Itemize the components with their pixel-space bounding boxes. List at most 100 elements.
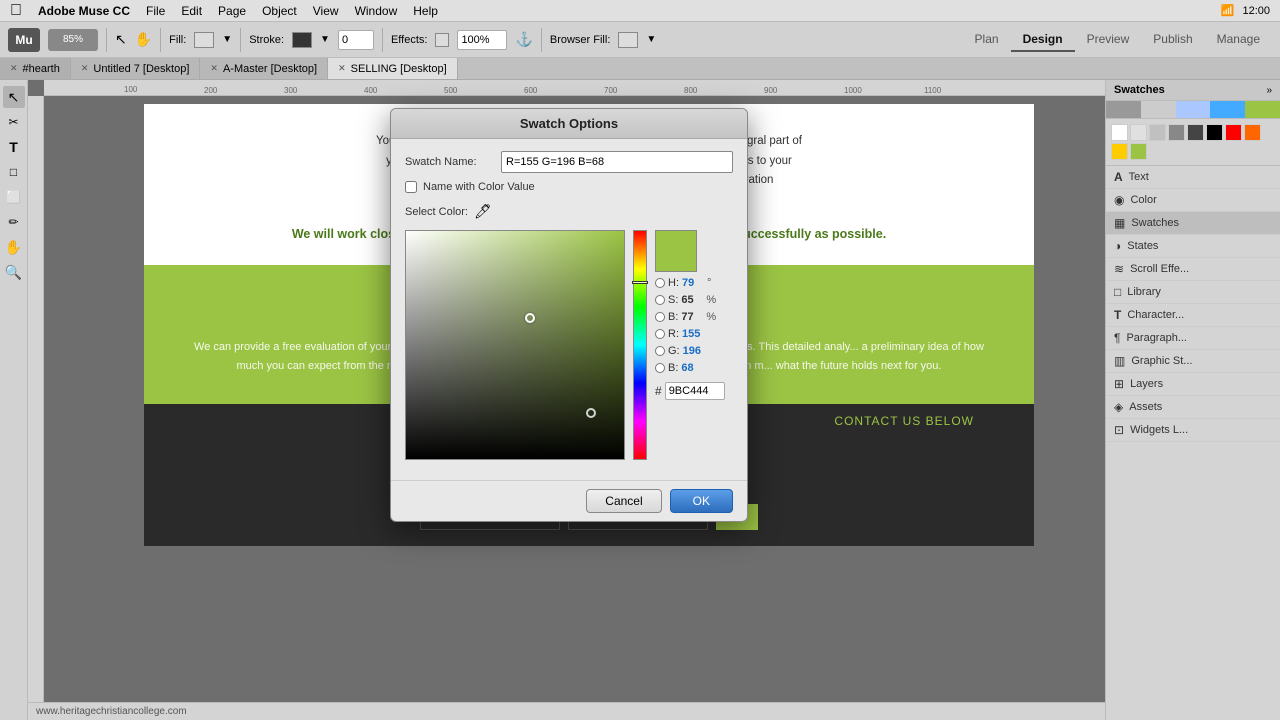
swatch-midgray[interactable]	[1168, 124, 1185, 141]
tab-untitled[interactable]: ✕ Untitled 7 [Desktop]	[71, 58, 201, 79]
panel-text[interactable]: A Text	[1106, 166, 1280, 189]
fill-label: Fill:	[169, 34, 186, 46]
panel-swatches[interactable]: ▦ Swatches	[1106, 212, 1280, 235]
swatch-strip-3[interactable]	[1176, 101, 1211, 118]
menu-window[interactable]: Window	[355, 4, 398, 18]
swatches-grid	[1106, 119, 1280, 166]
menu-view[interactable]: View	[313, 4, 339, 18]
browser-fill-arrow[interactable]: ▼	[646, 34, 656, 45]
g-value: 196	[683, 345, 705, 357]
s-radio[interactable]	[655, 295, 665, 305]
swatch-yellow[interactable]	[1111, 143, 1128, 160]
zoom-control[interactable]: 85%	[48, 29, 98, 51]
swatch-red[interactable]	[1225, 124, 1242, 141]
nav-design[interactable]: Design	[1011, 28, 1075, 52]
h-unit: °	[707, 277, 711, 289]
text-tool[interactable]: T	[3, 136, 25, 158]
fill-arrow[interactable]: ▼	[222, 34, 232, 45]
swatch-strip-2[interactable]	[1141, 101, 1176, 118]
shape-tool[interactable]: □	[3, 161, 25, 183]
swatch-green[interactable]	[1130, 143, 1147, 160]
panel-paragraph[interactable]: ¶ Paragraph...	[1106, 327, 1280, 350]
tab-selling[interactable]: ✕ SELLING [Desktop]	[328, 58, 458, 79]
panel-paragraph-label: Paragraph...	[1126, 332, 1187, 344]
cancel-button[interactable]: Cancel	[586, 489, 661, 513]
r-value: 155	[682, 328, 704, 340]
tab-amaster[interactable]: ✕ A-Master [Desktop]	[200, 58, 328, 79]
dialog-title-bar: Swatch Options	[391, 109, 747, 139]
panel-graphic[interactable]: ▥ Graphic St...	[1106, 350, 1280, 373]
panel-scroll[interactable]: ≋ Scroll Effe...	[1106, 258, 1280, 281]
wifi-icon: 📶	[1221, 4, 1235, 17]
browser-fill-color[interactable]	[618, 32, 638, 48]
r-radio[interactable]	[655, 329, 665, 339]
tab-close-untitled[interactable]: ✕	[81, 63, 89, 74]
swatch-white[interactable]	[1111, 124, 1128, 141]
fill-color[interactable]	[194, 32, 214, 48]
color-gradient-picker[interactable]	[405, 230, 625, 460]
eyedropper-icon[interactable]: 🖊	[474, 203, 492, 220]
swatch-orange[interactable]	[1244, 124, 1261, 141]
panel-assets[interactable]: ◈ Assets	[1106, 396, 1280, 419]
ok-button[interactable]: OK	[670, 489, 733, 513]
panel-layers[interactable]: ⊞ Layers	[1106, 373, 1280, 396]
swatch-strip	[1106, 101, 1280, 119]
tab-hearth[interactable]: ✕ #hearth	[0, 58, 71, 79]
panel-color[interactable]: ◉ Color	[1106, 189, 1280, 212]
color-icon: ◉	[1114, 193, 1124, 207]
tab-close-hearth[interactable]: ✕	[10, 63, 18, 74]
hex-row: #	[655, 382, 725, 400]
b2-radio[interactable]	[655, 363, 665, 373]
swatches-panel-arrow[interactable]: »	[1266, 85, 1272, 96]
nav-preview[interactable]: Preview	[1075, 28, 1142, 52]
swatch-black[interactable]	[1206, 124, 1223, 141]
swatch-darkgray[interactable]	[1187, 124, 1204, 141]
g-radio[interactable]	[655, 346, 665, 356]
menu-object[interactable]: Object	[262, 4, 297, 18]
image-tool[interactable]: ⬜	[3, 186, 25, 208]
swatch-strip-4[interactable]	[1210, 101, 1245, 118]
character-icon: T	[1114, 308, 1121, 322]
tab-close-amaster[interactable]: ✕	[210, 63, 218, 74]
menu-page[interactable]: Page	[218, 4, 246, 18]
b-radio[interactable]	[655, 312, 665, 322]
ruler-vertical	[28, 96, 44, 720]
paragraph-icon: ¶	[1114, 331, 1120, 345]
stroke-value[interactable]	[338, 30, 374, 50]
stroke-label: Stroke:	[249, 34, 284, 46]
panel-states[interactable]: ◑ States	[1106, 235, 1280, 258]
hue-bar[interactable]	[633, 230, 647, 460]
crop-tool[interactable]: ✂	[3, 111, 25, 133]
nav-plan[interactable]: Plan	[963, 28, 1011, 52]
swatch-strip-5[interactable]	[1245, 101, 1280, 118]
nav-publish[interactable]: Publish	[1141, 28, 1204, 52]
s-field-row: S: 65 %	[655, 294, 725, 306]
panel-character[interactable]: T Character...	[1106, 304, 1280, 327]
tab-close-selling[interactable]: ✕	[338, 63, 346, 74]
menu-help[interactable]: Help	[413, 4, 438, 18]
zoom-tool[interactable]: 🔍	[3, 261, 25, 283]
panel-widgets[interactable]: ⊡ Widgets L...	[1106, 419, 1280, 442]
graphic-icon: ▥	[1114, 354, 1125, 368]
menu-file[interactable]: File	[146, 4, 165, 18]
pen-tool[interactable]: ✏	[3, 211, 25, 233]
swatch-name-input[interactable]	[501, 151, 733, 173]
menu-edit[interactable]: Edit	[181, 4, 202, 18]
swatch-lightgray[interactable]	[1130, 124, 1147, 141]
swatch-strip-1[interactable]	[1106, 101, 1141, 118]
select-tool[interactable]: ↖	[3, 86, 25, 108]
swatch-gray[interactable]	[1149, 124, 1166, 141]
stroke-color[interactable]	[292, 32, 312, 48]
h-radio[interactable]	[655, 278, 665, 288]
hand-tool[interactable]: ✋	[3, 236, 25, 258]
nav-manage[interactable]: Manage	[1205, 28, 1272, 52]
swatch-options-dialog[interactable]: Swatch Options Swatch Name: Name with Co…	[390, 108, 748, 522]
apple-menu[interactable]: 	[10, 2, 22, 20]
name-with-color-checkbox[interactable]	[405, 181, 417, 193]
swatches-icon: ▦	[1114, 216, 1125, 230]
panel-graphic-label: Graphic St...	[1131, 355, 1192, 367]
stroke-arrow[interactable]: ▼	[320, 34, 330, 45]
hex-input[interactable]	[665, 382, 725, 400]
toolbar-divider-1	[106, 28, 107, 52]
panel-library[interactable]: □ Library	[1106, 281, 1280, 304]
